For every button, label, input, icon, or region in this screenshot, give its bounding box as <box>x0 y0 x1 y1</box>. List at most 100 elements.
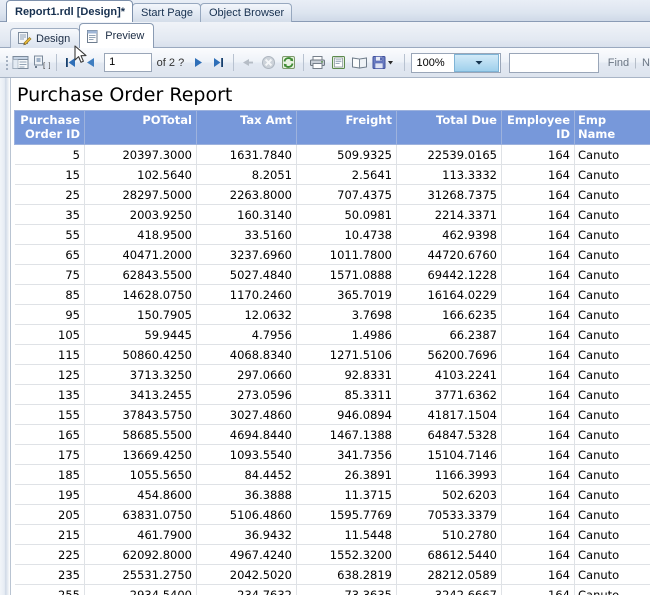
table-cell: 164 <box>501 584 575 595</box>
page-number-input[interactable]: 1 <box>104 53 152 72</box>
document-map-icon[interactable] <box>11 52 30 74</box>
table-cell: 2042.5020 <box>196 564 297 585</box>
table-cell: 2934.5400 <box>84 584 197 595</box>
column-header-emp-name[interactable]: Emp Name <box>574 110 650 145</box>
page-count-label: of 2 ? <box>156 56 185 69</box>
find-input[interactable] <box>508 52 599 73</box>
mouse-cursor-icon <box>74 45 88 65</box>
table-row[interactable]: 195 454.8600 36.3888 11.3715 502.6203 164 Canu… <box>14 484 650 505</box>
table-cell: 33.5160 <box>196 224 297 245</box>
tab-preview[interactable]: Preview <box>79 23 155 48</box>
table-cell: 1166.3993 <box>396 464 502 485</box>
stop-rendering-icon[interactable] <box>259 52 277 74</box>
table-row[interactable]: 165 58685.5500 4694.8440 1467.1388 64847.532… <box>14 424 650 445</box>
column-header-freight[interactable]: Freight <box>296 110 397 145</box>
table-cell: 3771.6362 <box>396 384 502 405</box>
chevron-down-icon[interactable] <box>454 53 499 72</box>
table-cell: Canuto <box>574 144 650 165</box>
table-cell: 69442.1228 <box>396 264 502 285</box>
column-header-employee-id[interactable]: Employee ID <box>501 110 575 145</box>
print-icon[interactable] <box>308 52 327 74</box>
table-cell: 164 <box>501 544 575 565</box>
column-header-pototal[interactable]: POTotal <box>84 110 197 145</box>
table-cell: 1552.3200 <box>296 544 397 565</box>
table-row[interactable]: 55 418.9500 33.5160 10.4738 462.9398 164 Canut… <box>14 224 650 245</box>
zoom-select[interactable]: 100% <box>410 52 501 73</box>
table-row[interactable]: 105 59.9445 4.7956 1.4986 66.2387 164 Canuto <box>14 324 650 345</box>
table-cell: 235 <box>14 564 85 585</box>
table-row[interactable]: 15 102.5640 8.2051 2.5641 113.3332 164 Canuto <box>14 164 650 185</box>
document-tab-label: Report1.rdl [Design]* <box>15 5 126 18</box>
table-cell: Canuto <box>574 404 650 425</box>
export-save-icon[interactable] <box>371 52 399 74</box>
table-cell: 56200.7696 <box>396 344 502 365</box>
find-separator: | <box>634 56 637 69</box>
document-tab-report1[interactable]: Report1.rdl [Design]* <box>6 0 134 22</box>
table-row[interactable]: 255 2934.5400 234.7632 73.3635 3242.6667 164 C… <box>14 584 650 595</box>
table-cell: 75 <box>14 264 85 285</box>
table-cell: 105 <box>14 324 85 345</box>
table-cell: 20397.3000 <box>84 144 197 165</box>
find-next-button[interactable]: N <box>642 57 650 69</box>
table-row[interactable]: 185 1055.5650 84.4452 26.3891 1166.3993 164 Ca… <box>14 464 650 485</box>
table-cell: Canuto <box>574 544 650 565</box>
page-layout-icon[interactable]: [ ] <box>32 52 51 74</box>
table-row[interactable]: 95 150.7905 12.0632 3.7698 166.6235 164 Canuto <box>14 304 650 325</box>
table-cell: Canuto <box>574 584 650 595</box>
document-tab-start-page[interactable]: Start Page <box>132 3 201 22</box>
table-row[interactable]: 155 37843.5750 3027.4860 946.0894 41817.1504… <box>14 404 650 425</box>
print-layout-icon[interactable] <box>329 52 347 74</box>
refresh-icon[interactable] <box>279 52 297 74</box>
zoom-value: 100% <box>416 56 445 69</box>
table-row[interactable]: 125 3713.3250 297.0660 92.8331 4103.2241 164 C… <box>14 364 650 385</box>
table-cell: 4103.2241 <box>396 364 502 385</box>
table-row[interactable]: 65 40471.2000 3237.6960 1011.7800 44720.6760… <box>14 244 650 265</box>
table-row[interactable]: 215 461.7900 36.9432 11.5448 510.2780 164 Canu… <box>14 524 650 545</box>
back-parent-report-icon[interactable] <box>239 52 257 74</box>
table-cell: 14628.0750 <box>84 284 197 305</box>
find-button[interactable]: Find <box>608 57 629 69</box>
table-cell: 205 <box>14 504 85 525</box>
table-cell: 164 <box>501 244 575 265</box>
document-tab-object-browser[interactable]: Object Browser <box>200 3 293 22</box>
table-row[interactable]: 115 50860.4250 4068.8340 1271.5106 56200.769… <box>14 344 650 365</box>
table-row[interactable]: 175 13669.4250 1093.5540 341.7356 15104.7146… <box>14 444 650 465</box>
page-title: Purchase Order Report <box>17 84 233 106</box>
column-header-total-due[interactable]: Total Due <box>396 110 502 145</box>
table-row[interactable]: 25 28297.5000 2263.8000 707.4375 31268.7375 1… <box>14 184 650 205</box>
table-row[interactable]: 235 25531.2750 2042.5020 638.2819 28212.0589… <box>14 564 650 585</box>
table-header: Purchase Order ID POTotal Tax Amt Freigh… <box>14 110 650 145</box>
table-row[interactable]: 5 20397.3000 1631.7840 509.9325 22539.0165 16… <box>14 144 650 165</box>
table-cell: 1055.5650 <box>84 464 197 485</box>
table-row[interactable]: 135 3413.2455 273.0596 85.3311 3771.6362 164 C… <box>14 384 650 405</box>
table-cell: 85 <box>14 284 85 305</box>
last-page-icon[interactable] <box>210 52 228 74</box>
document-tab-label: Object Browser <box>209 7 285 19</box>
table-cell: 273.0596 <box>196 384 297 405</box>
tab-design[interactable]: Design <box>10 28 81 48</box>
table-row[interactable]: 35 2003.9250 160.3140 50.0981 2214.3371 164 Ca… <box>14 204 650 225</box>
table-cell: 62843.5500 <box>84 264 197 285</box>
toolbar-drag-handle[interactable] <box>4 54 10 72</box>
table-cell: 454.8600 <box>84 484 197 505</box>
column-header-tax-amt[interactable]: Tax Amt <box>196 110 297 145</box>
table-row[interactable]: 85 14628.0750 1170.2460 365.7019 16164.0229 1… <box>14 284 650 305</box>
document-tab-label: Start Page <box>141 7 193 19</box>
table-cell: 92.8331 <box>296 364 397 385</box>
table-cell: 3413.2455 <box>84 384 197 405</box>
table-row[interactable]: 75 62843.5500 5027.4840 1571.0888 69442.1228… <box>14 264 650 285</box>
next-page-icon[interactable] <box>189 52 207 74</box>
table-cell: 225 <box>14 544 85 565</box>
page-setup-icon[interactable] <box>350 52 369 74</box>
table-cell: 26.3891 <box>296 464 397 485</box>
table-row[interactable]: 225 62092.8000 4967.4240 1552.3200 68612.544… <box>14 544 650 565</box>
table-cell: 164 <box>501 564 575 585</box>
table-cell: 59.9445 <box>84 324 197 345</box>
table-cell: 10.4738 <box>296 224 397 245</box>
table-cell: 12.0632 <box>196 304 297 325</box>
table-cell: 164 <box>501 304 575 325</box>
table-row[interactable]: 205 63831.0750 5106.4860 1595.7769 70533.337… <box>14 504 650 525</box>
table-cell: 115 <box>14 344 85 365</box>
column-header-purchase-order-id[interactable]: Purchase Order ID <box>14 110 85 145</box>
table-cell: 341.7356 <box>296 444 397 465</box>
